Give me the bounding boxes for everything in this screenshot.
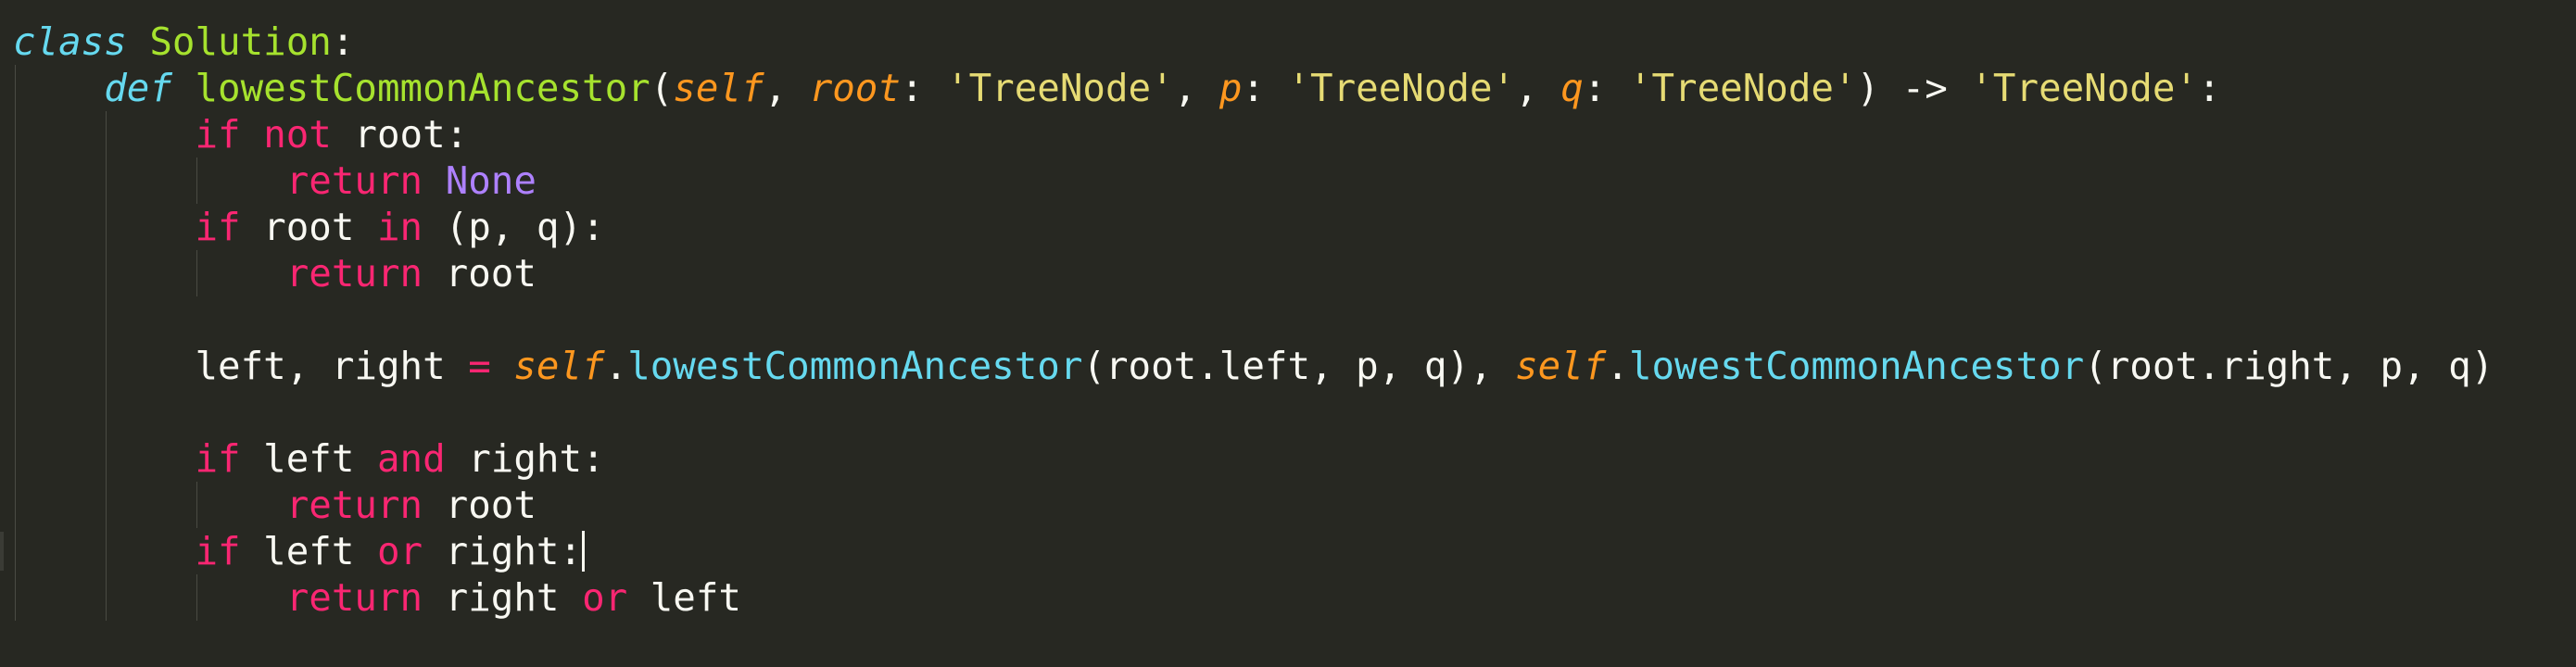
indent-guide bbox=[15, 65, 16, 621]
code-line[interactable] bbox=[13, 296, 2576, 343]
code-token: return bbox=[285, 158, 423, 203]
indent-guide bbox=[196, 157, 197, 204]
code-token: (root.left, p, q), bbox=[1082, 344, 1516, 388]
code-token: return bbox=[285, 575, 423, 620]
code-token: self bbox=[513, 344, 605, 388]
code-token: and bbox=[377, 436, 446, 481]
code-token: self bbox=[1515, 344, 1607, 388]
code-token: , bbox=[1173, 66, 1219, 110]
code-line[interactable] bbox=[13, 389, 2576, 435]
code-token: right: bbox=[445, 436, 605, 481]
code-token: : bbox=[900, 66, 947, 110]
code-token: = bbox=[468, 344, 491, 388]
code-token: root bbox=[423, 251, 537, 296]
code-token: left bbox=[240, 529, 377, 573]
code-token: def bbox=[104, 66, 172, 110]
code-token: . bbox=[1606, 344, 1629, 388]
code-token: if bbox=[195, 205, 241, 249]
code-token: root bbox=[240, 205, 377, 249]
code-token: root bbox=[423, 483, 537, 527]
code-token: not bbox=[263, 112, 332, 157]
code-token: ) -> bbox=[1856, 66, 1971, 110]
code-token: q bbox=[1560, 66, 1584, 110]
code-line[interactable]: if not root: bbox=[13, 111, 2576, 157]
code-token: 'TreeNode' bbox=[1970, 66, 2198, 110]
code-token: left bbox=[627, 575, 741, 620]
code-token: (root.right, p, q) bbox=[2084, 344, 2494, 388]
code-token: return bbox=[285, 251, 423, 296]
code-token: in bbox=[377, 205, 423, 249]
code-line[interactable]: class Solution: bbox=[13, 19, 2576, 65]
code-line[interactable]: if left or right: bbox=[0, 528, 2576, 574]
code-token: , bbox=[1515, 66, 1561, 110]
indent-guide bbox=[196, 250, 197, 296]
indent-guide bbox=[196, 482, 197, 528]
code-line[interactable]: return right or left bbox=[13, 574, 2576, 621]
code-token: if bbox=[195, 529, 241, 573]
code-token: , bbox=[764, 66, 810, 110]
code-token: : bbox=[1242, 66, 1288, 110]
indent-guide bbox=[106, 111, 107, 621]
code-token: right bbox=[423, 575, 583, 620]
indent-guide bbox=[196, 574, 197, 621]
code-token: . bbox=[604, 344, 628, 388]
code-token: class bbox=[13, 19, 127, 64]
code-token: return bbox=[285, 483, 423, 527]
code-token: if bbox=[195, 436, 241, 481]
code-editor[interactable]: class Solution: def lowestCommonAncestor… bbox=[0, 0, 2576, 667]
code-token: root bbox=[809, 66, 901, 110]
code-token: : bbox=[331, 19, 355, 64]
code-token: 'TreeNode' bbox=[946, 66, 1174, 110]
code-token: right: bbox=[423, 529, 583, 573]
code-token: ( bbox=[650, 66, 674, 110]
code-line[interactable]: if root in (p, q): bbox=[13, 204, 2576, 250]
code-line[interactable]: if left and right: bbox=[13, 435, 2576, 482]
code-token: left, right bbox=[195, 344, 469, 388]
code-token: if bbox=[195, 112, 241, 157]
code-token: lowestCommonAncestor bbox=[627, 344, 1083, 388]
text-cursor bbox=[582, 531, 586, 572]
current-line-marker bbox=[0, 532, 4, 571]
code-area[interactable]: class Solution: def lowestCommonAncestor… bbox=[0, 19, 2576, 621]
code-token: (p, q): bbox=[423, 205, 605, 249]
code-token: or bbox=[377, 529, 423, 573]
code-token: left bbox=[240, 436, 377, 481]
code-token: lowestCommonAncestor bbox=[195, 66, 650, 110]
code-token: lowestCommonAncestor bbox=[1628, 344, 2085, 388]
code-token: p bbox=[1219, 66, 1243, 110]
code-line[interactable]: left, right = self.lowestCommonAncestor(… bbox=[13, 343, 2576, 389]
code-token: Solution bbox=[149, 19, 332, 64]
code-token: None bbox=[445, 158, 537, 203]
code-line[interactable]: return root bbox=[13, 482, 2576, 528]
code-token: : bbox=[2198, 66, 2221, 110]
code-line[interactable]: return root bbox=[13, 250, 2576, 296]
code-token: : bbox=[1583, 66, 1629, 110]
code-token: or bbox=[582, 575, 628, 620]
code-line[interactable]: return None bbox=[13, 157, 2576, 204]
code-token: self bbox=[673, 66, 764, 110]
code-line[interactable]: def lowestCommonAncestor(self, root: 'Tr… bbox=[13, 65, 2576, 111]
code-token: 'TreeNode' bbox=[1287, 66, 1516, 110]
code-token: 'TreeNode' bbox=[1628, 66, 1857, 110]
code-token: root: bbox=[331, 112, 469, 157]
